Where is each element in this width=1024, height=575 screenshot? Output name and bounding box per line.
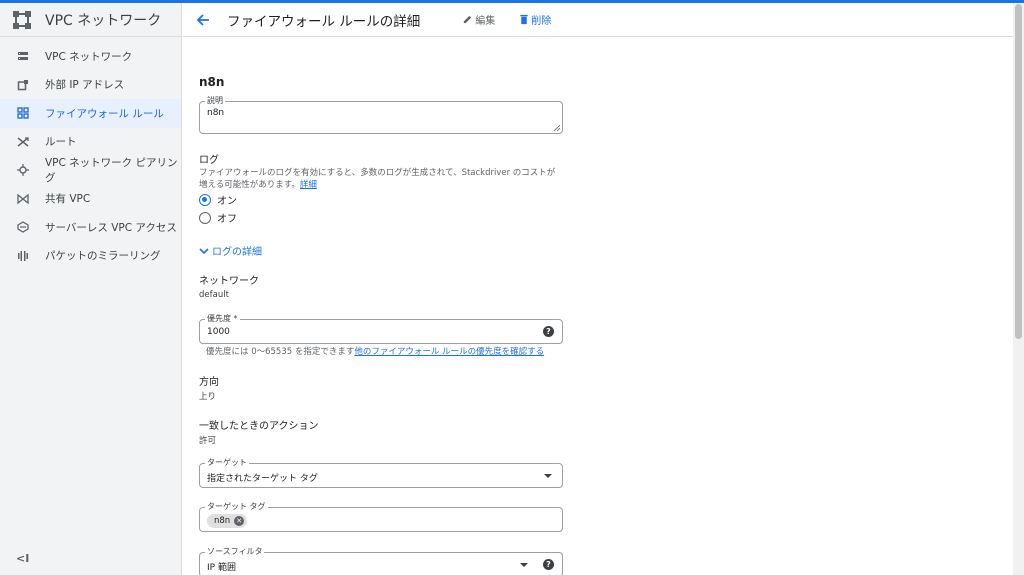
action-value: 許可: [199, 436, 217, 446]
target-tags-field[interactable]: ターゲット タグ n8n ✕: [199, 502, 563, 532]
network-label: ネットワーク: [199, 276, 259, 287]
sidebar-item-vpc-network[interactable]: VPC ネットワーク: [0, 42, 181, 71]
page-scrollbar[interactable]: [1013, 3, 1024, 575]
sidebar-item-firewall-rules[interactable]: ファイアウォール ルール: [0, 99, 181, 128]
sidebar-item-shared-vpc[interactable]: 共有 VPC: [0, 185, 181, 214]
logs-on-label: オン: [217, 196, 237, 207]
sidebar-item-vpc-peering[interactable]: VPC ネットワーク ピアリング: [0, 156, 181, 185]
logs-off-radio[interactable]: オフ: [199, 210, 237, 225]
shared-vpc-icon: [17, 193, 29, 205]
target-label: ターゲット: [205, 458, 249, 468]
log-details-label: ログの詳細: [212, 247, 262, 258]
route-icon: [17, 136, 29, 148]
serverless-icon: [17, 221, 29, 234]
sidebar-nav: VPC ネットワーク 外部 IP アドレス ファイアウォール ルール ルート V…: [0, 37, 181, 270]
edit-button[interactable]: 編集: [462, 12, 495, 27]
external-ip-icon: [17, 79, 29, 91]
priority-link[interactable]: 他のファイアウォール ルールの優先度を確認する: [354, 347, 544, 357]
sidebar-item-label: VPC ネットワーク ピアリング: [45, 157, 178, 185]
priority-value: 1000: [207, 327, 230, 337]
logs-on-radio[interactable]: オン: [199, 192, 237, 207]
sidebar-item-label: ファイアウォール ルール: [45, 107, 164, 120]
vpc-network-icon: [17, 50, 29, 62]
logs-label: ログ: [199, 155, 219, 166]
action-label: 一致したときのアクション: [199, 421, 319, 432]
pencil-icon: [464, 15, 472, 24]
logs-help-text: ファイアウォールのログを有効にすると、多数のログが生成されて、Stackdriv…: [199, 167, 563, 191]
firewall-icon: [17, 107, 29, 119]
sidebar-item-label: 共有 VPC: [45, 193, 91, 206]
mirroring-icon: [17, 250, 29, 262]
logs-learn-more-link[interactable]: 詳細: [300, 180, 317, 190]
sidebar-item-serverless-vpc[interactable]: サーバーレス VPC アクセス: [0, 213, 181, 242]
description-value: n8n: [207, 108, 225, 118]
sidebar-item-packet-mirroring[interactable]: パケットのミラーリング: [0, 242, 181, 271]
target-select[interactable]: ターゲット 指定されたターゲット タグ: [199, 458, 563, 488]
page-header: ファイアウォール ルールの詳細 編集 削除: [183, 3, 1013, 37]
collapse-sidebar-button[interactable]: <I: [16, 552, 29, 565]
radio-checked-icon: [199, 193, 211, 206]
priority-hint: 優先度には 0～65535 を指定できます他のファイアウォール ルールの優先度を…: [206, 346, 570, 358]
sidebar-item-label: VPC ネットワーク: [45, 50, 133, 63]
log-details-toggle[interactable]: ログの詳細: [199, 243, 262, 258]
product-title: VPC ネットワーク: [45, 12, 162, 29]
priority-label: 優先度 *: [205, 314, 240, 324]
sidebar-item-label: 外部 IP アドレス: [45, 79, 125, 92]
tag-chip[interactable]: n8n ✕: [207, 514, 248, 528]
target-tags-label: ターゲット タグ: [205, 502, 268, 512]
sidebar-item-label: ルート: [45, 136, 77, 149]
logs-help-body: ファイアウォールのログを有効にすると、多数のログが生成されて、Stackdriv…: [199, 168, 556, 190]
dropdown-arrow-icon: [544, 473, 552, 478]
sidebar-item-label: サーバーレス VPC アクセス: [45, 221, 177, 234]
logs-off-label: オフ: [217, 214, 237, 225]
close-icon[interactable]: ✕: [234, 516, 245, 526]
page-title: ファイアウォール ルールの詳細: [227, 13, 421, 30]
direction-label: 方向: [199, 377, 219, 388]
direction-value: 上り: [199, 392, 217, 402]
network-value: default: [199, 290, 229, 300]
vpc-product-icon: [13, 10, 31, 29]
sidebar-item-routes[interactable]: ルート: [0, 128, 181, 157]
source-filter-select[interactable]: ソースフィルタ IP 範囲 ?: [199, 547, 563, 575]
tag-chip-label: n8n: [214, 516, 231, 526]
rule-name: n8n: [199, 75, 225, 89]
description-label: 説明: [205, 96, 225, 106]
sidebar: VPC ネットワーク VPC ネットワーク 外部 IP アドレス ファイアウォー…: [0, 3, 182, 575]
dropdown-arrow-icon: [520, 562, 528, 567]
help-icon[interactable]: ?: [543, 559, 554, 570]
target-value: 指定されたターゲット タグ: [207, 474, 318, 484]
description-field[interactable]: 説明 n8n: [199, 96, 563, 134]
help-icon[interactable]: ?: [543, 326, 554, 337]
back-arrow-icon[interactable]: [193, 10, 213, 30]
delete-button[interactable]: 削除: [519, 12, 551, 27]
sidebar-item-label: パケットのミラーリング: [45, 250, 161, 263]
radio-unchecked-icon: [199, 211, 211, 224]
scrollbar-thumb[interactable]: [1015, 4, 1022, 339]
source-filter-value: IP 範囲: [207, 563, 236, 573]
delete-button-label: 削除: [531, 16, 552, 27]
trash-icon: [520, 14, 528, 25]
product-header: VPC ネットワーク: [0, 3, 181, 37]
sidebar-item-external-ip[interactable]: 外部 IP アドレス: [0, 71, 181, 100]
source-filter-label: ソースフィルタ: [205, 547, 265, 557]
peering-icon: [17, 164, 29, 177]
chevron-down-icon: [199, 247, 209, 254]
priority-field[interactable]: 優先度 * 1000 ?: [199, 314, 563, 344]
resize-handle-icon[interactable]: [554, 125, 560, 131]
edit-button-label: 編集: [475, 16, 496, 27]
priority-hint-body: 優先度には 0～65535 を指定できます: [206, 347, 355, 357]
